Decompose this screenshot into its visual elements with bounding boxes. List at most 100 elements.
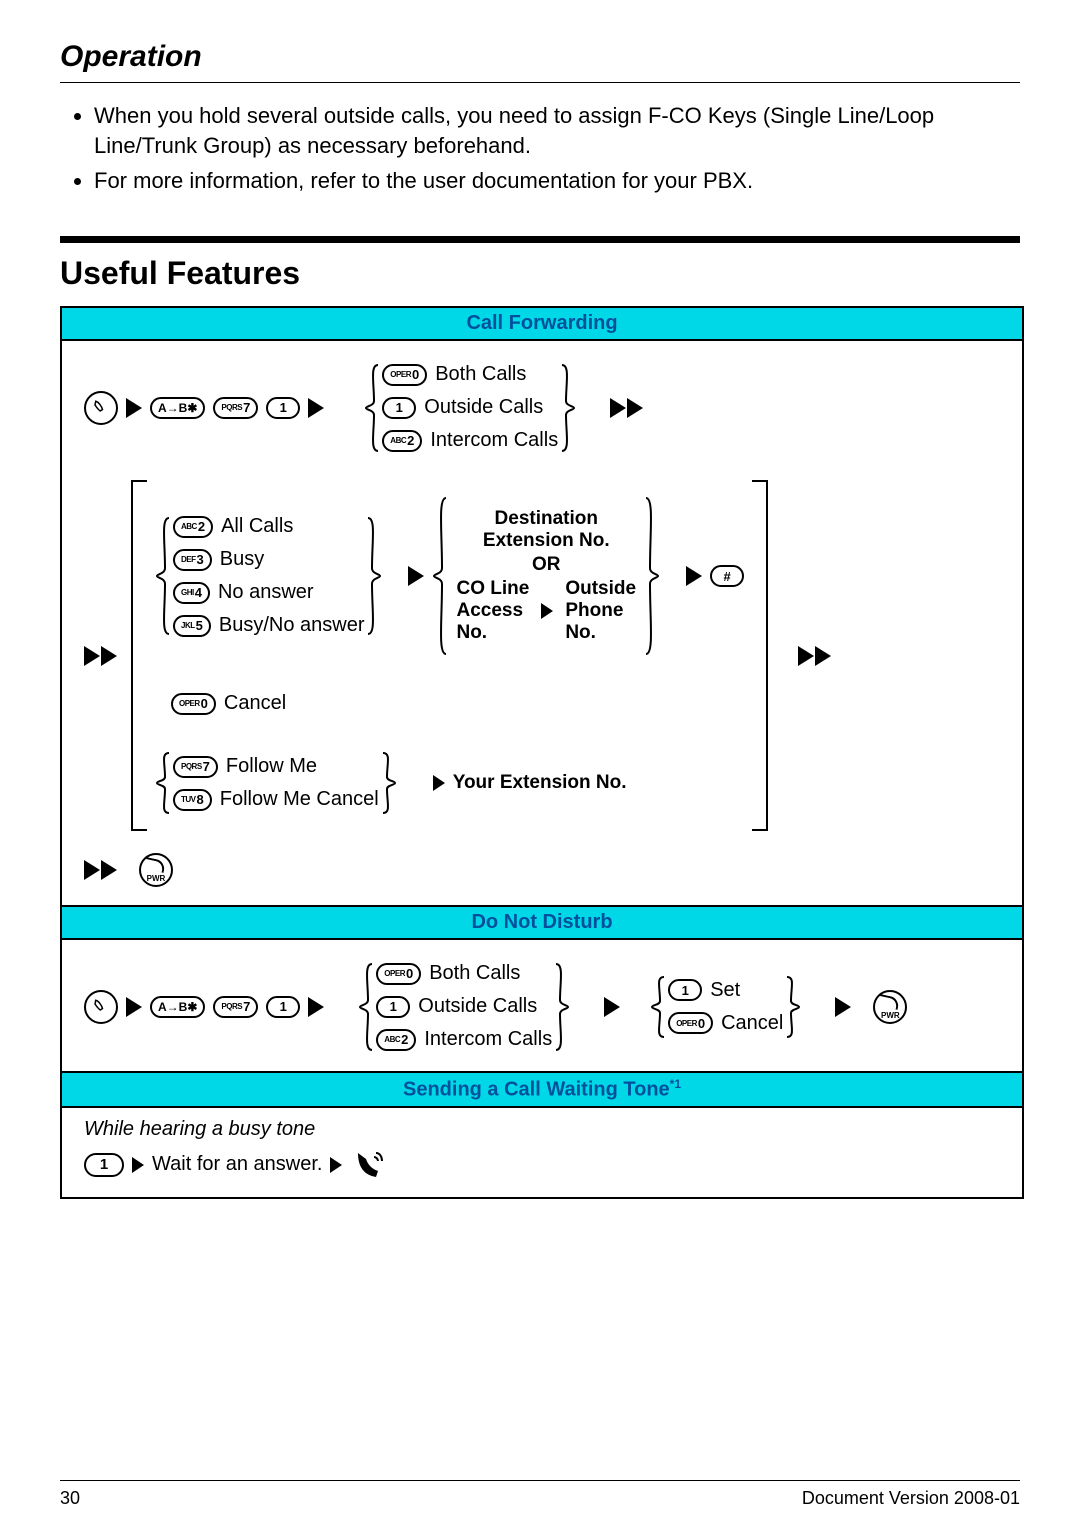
double-arrow-icon — [798, 646, 831, 666]
document-version: Document Version 2008-01 — [802, 1488, 1020, 1509]
label-wait-answer: Wait for an answer. — [152, 1153, 322, 1176]
power-icon: PWR — [873, 990, 907, 1024]
key-7: PQRS7 — [213, 397, 258, 419]
right-brace-icon — [642, 496, 660, 656]
label-both-calls: Both Calls — [429, 962, 520, 985]
offhook-icon — [84, 391, 118, 425]
arrow-icon — [604, 997, 620, 1017]
key-hash: # — [710, 565, 744, 587]
key-7: PQRS7 — [173, 756, 218, 778]
label-both-calls: Both Calls — [435, 363, 526, 386]
power-icon: PWR — [139, 853, 173, 887]
left-brace-icon — [432, 496, 450, 656]
key-0: OPER0 — [171, 693, 216, 715]
arrow-icon — [308, 997, 324, 1017]
cf-follow-me-group: PQRS7Follow Me TUV8Follow Me Cancel Your… — [155, 751, 744, 815]
bullet-2: For more information, refer to the user … — [94, 166, 1020, 196]
label-intercom-calls: Intercom Calls — [424, 1028, 552, 1051]
label-or: OR — [456, 554, 636, 576]
right-brace-icon — [364, 516, 382, 636]
label-co-line: CO Line Access No. — [456, 578, 529, 644]
key-0: OPER0 — [668, 1012, 713, 1034]
dnd-body: A→B✱ PQRS7 1 OPER0Both Calls 1Outside Ca… — [62, 938, 1022, 1071]
key-1: 1 — [376, 996, 410, 1018]
arrow-icon — [132, 1157, 144, 1173]
footnote-marker: *1 — [670, 1077, 681, 1091]
cf-cancel-line: OPER0 Cancel — [171, 692, 744, 715]
label-outside-phone: Outside Phone No. — [565, 578, 636, 644]
label-outside-calls: Outside Calls — [418, 995, 537, 1018]
key-5: JKL5 — [173, 615, 211, 637]
label-no-answer: No answer — [218, 581, 314, 604]
right-bracket-icon — [752, 480, 768, 831]
useful-features-heading: Useful Features — [60, 255, 1020, 292]
double-arrow-icon — [610, 398, 643, 418]
waiting-tone-header: Sending a Call Waiting Tone*1 — [62, 1071, 1022, 1106]
key-4: GHI4 — [173, 582, 210, 604]
page-footer: 30 Document Version 2008-01 — [60, 1488, 1020, 1509]
label-destination: Destination Extension No. — [456, 508, 636, 552]
arrow-icon — [686, 566, 702, 586]
arrow-icon — [126, 398, 142, 418]
document-page: Operation When you hold several outside … — [0, 0, 1080, 1529]
key-2: ABC2 — [173, 516, 213, 538]
talk-icon — [350, 1147, 386, 1183]
footer-rule — [60, 1480, 1020, 1481]
key-1: 1 — [266, 996, 300, 1018]
key-8: TUV8 — [173, 789, 212, 811]
opt-intercom-calls: ABC2 Intercom Calls — [382, 429, 558, 452]
key-0: OPER0 — [382, 364, 427, 386]
label-set: Set — [710, 979, 740, 1002]
label-busy-no-answer: Busy/No answer — [219, 614, 365, 637]
waiting-tone-flow: 1 Wait for an answer. — [84, 1147, 1000, 1183]
title-rule — [60, 82, 1020, 83]
left-brace-icon — [155, 516, 173, 636]
key-star: A→B✱ — [150, 397, 205, 419]
waiting-tone-body: While hearing a busy tone 1 Wait for an … — [62, 1106, 1022, 1197]
key-2: ABC2 — [382, 430, 422, 452]
arrow-icon — [330, 1157, 342, 1173]
call-forwarding-body: A→B✱ PQRS7 1 OPER0 Both Calls — [62, 339, 1022, 905]
label-cancel: Cancel — [721, 1012, 783, 1035]
cf-modes-bracket: ABC2All Calls DEF3Busy GHI4No answer JKL… — [131, 480, 768, 831]
left-brace-icon — [358, 962, 376, 1052]
right-brace-icon — [783, 975, 801, 1039]
label-busy: Busy — [220, 548, 264, 571]
label-intercom-calls: Intercom Calls — [430, 429, 558, 452]
double-arrow-icon — [84, 860, 117, 880]
opt-outside-calls: 1 Outside Calls — [382, 396, 558, 419]
cf-final-row: PWR — [84, 853, 1000, 887]
section-title: Operation — [60, 40, 1020, 74]
dnd-setcancel-brace: 1 Set OPER0 Cancel — [650, 975, 801, 1039]
cf-modes-group1: ABC2All Calls DEF3Busy GHI4No answer JKL… — [155, 496, 744, 656]
key-2: ABC2 — [376, 1029, 416, 1051]
label-cancel: Cancel — [224, 692, 286, 715]
arrow-icon — [835, 997, 851, 1017]
right-brace-icon — [558, 363, 576, 453]
page-number: 30 — [60, 1488, 80, 1509]
bullet-1: When you hold several outside calls, you… — [94, 101, 1020, 160]
left-brace-icon — [364, 363, 382, 453]
arrow-icon — [308, 398, 324, 418]
arrow-icon — [541, 603, 553, 619]
key-1: 1 — [266, 397, 300, 419]
key-1: 1 — [668, 979, 702, 1001]
section-divider — [60, 236, 1020, 243]
busy-tone-note: While hearing a busy tone — [84, 1118, 1000, 1141]
left-brace-icon — [155, 751, 173, 815]
opt-both-calls: OPER0 Both Calls — [382, 363, 558, 386]
label-outside-calls: Outside Calls — [424, 396, 543, 419]
call-type-brace: OPER0 Both Calls 1 Outside Calls ABC2 In… — [364, 361, 576, 454]
left-brace-icon — [650, 975, 668, 1039]
arrow-icon — [408, 566, 424, 586]
arrow-icon — [433, 775, 445, 791]
right-brace-icon — [379, 751, 397, 815]
double-arrow-icon — [84, 646, 117, 666]
destination-brace: Destination Extension No. OR CO Line Acc… — [432, 496, 660, 656]
label-follow-me-cancel: Follow Me Cancel — [220, 788, 379, 811]
right-brace-icon — [552, 962, 570, 1052]
dnd-flow: A→B✱ PQRS7 1 OPER0Both Calls 1Outside Ca… — [84, 960, 1000, 1053]
call-forwarding-header: Call Forwarding — [62, 308, 1022, 339]
key-0: OPER0 — [376, 963, 421, 985]
feature-table: Call Forwarding A→B✱ PQRS7 1 — [60, 306, 1024, 1199]
